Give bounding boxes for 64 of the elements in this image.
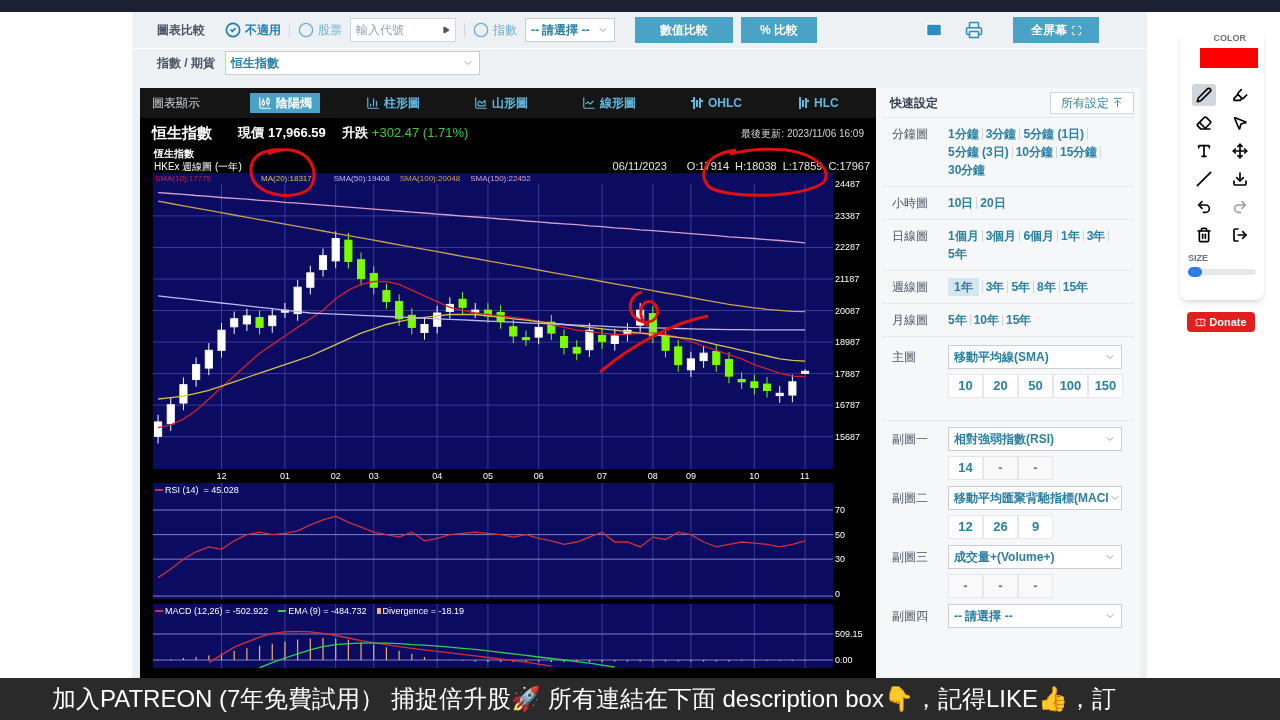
ma-legend: SMA(100):20048 bbox=[399, 173, 461, 184]
size-label: SIZE bbox=[1188, 251, 1208, 265]
y-axis-label: 22287 bbox=[835, 242, 861, 253]
group-label: 月線圖 bbox=[892, 312, 929, 329]
last-updated: 最後更新: 2023/11/06 16:09 bbox=[741, 126, 864, 141]
color-label: COLOR bbox=[1213, 32, 1246, 45]
y-axis-label: 21187 bbox=[835, 274, 860, 284]
rsi-axis-label: 0 bbox=[835, 589, 840, 599]
legend-label: Divergence = -18.19 bbox=[382, 606, 464, 616]
y-axis-label: 23387 bbox=[835, 210, 861, 221]
indicator-label: 副圖四 bbox=[892, 608, 929, 625]
ma-legend: MA(20):18317 bbox=[261, 173, 312, 184]
caption-text: 加入PATREON (7年免費試用） 捕捉倍升股🚀 所有連結在下面 description box👇，記得LIKE👍，訂 bbox=[52, 684, 1116, 714]
compare-label: 圖表比較 bbox=[157, 22, 205, 39]
index-name: 恒生指數 bbox=[152, 122, 212, 143]
indicator-label: 副圖一 bbox=[892, 431, 929, 448]
x-axis-label: 10 bbox=[749, 470, 760, 483]
index-label: 指數 / 期貨 bbox=[157, 54, 215, 72]
x-axis-label: 06 bbox=[533, 470, 544, 483]
ma-legend: SMA(150):22452 bbox=[470, 173, 531, 184]
y-axis-label: 24487 bbox=[835, 179, 861, 190]
rsi-axis-label: 30 bbox=[835, 554, 845, 565]
macd-axis-label: 0.00 bbox=[835, 655, 853, 665]
y-axis-label: 15687 bbox=[835, 431, 861, 442]
panel-title: 快速設定 bbox=[890, 94, 938, 112]
chart-display-label: 圖表顯示 bbox=[152, 95, 200, 112]
x-axis-label: 05 bbox=[482, 470, 493, 483]
group-label: 週線圖 bbox=[892, 279, 929, 296]
y-axis-label: 16787 bbox=[835, 400, 861, 411]
group-label: 小時圖 bbox=[892, 195, 929, 212]
x-axis-label: 02 bbox=[330, 470, 341, 483]
price-label: 現價 bbox=[238, 124, 264, 143]
ma-legend: SMA(50):19408 bbox=[333, 173, 390, 184]
change-label: 升跌 bbox=[341, 124, 368, 143]
chart-subtitle: HKEx 週線圖 (一年) bbox=[154, 160, 242, 173]
x-axis-label: 07 bbox=[597, 470, 608, 483]
legend-label: MACD (12,26) = -502.922 bbox=[165, 606, 269, 616]
legend-label: RSI (14) = 45.028 bbox=[165, 485, 239, 495]
indicator-label: 副圖三 bbox=[892, 549, 929, 566]
x-axis-label: 08 bbox=[647, 470, 658, 483]
ohlc-value: H:18038 bbox=[735, 160, 777, 173]
x-axis-label: 09 bbox=[685, 470, 696, 483]
x-axis-label: 03 bbox=[368, 470, 379, 483]
indicator-label: 主圖 bbox=[892, 349, 917, 366]
ohlc-value: C:17967 bbox=[828, 160, 870, 173]
group-label: 日線圖 bbox=[892, 228, 929, 245]
ohlc-value: 06/11/2023 bbox=[612, 160, 667, 173]
indicator-label: 副圖二 bbox=[892, 490, 929, 507]
change-value: +302.47 (1.71%) bbox=[371, 124, 469, 143]
price-value: 17,966.59 bbox=[268, 124, 326, 143]
ma-legend: SMA(10):17775 bbox=[155, 173, 212, 184]
x-axis-label: 12 bbox=[216, 470, 227, 483]
x-axis-label: 04 bbox=[432, 470, 443, 483]
y-axis-label: 17887 bbox=[835, 368, 861, 379]
x-axis-label: 11 bbox=[800, 470, 810, 483]
chart-title: 恆生指數 bbox=[154, 148, 195, 160]
y-axis-label: 18987 bbox=[835, 337, 861, 348]
legend-label: EMA (9) = -484.732 bbox=[288, 606, 367, 616]
macd-axis-label: 509.15 bbox=[835, 629, 863, 639]
group-label: 分鐘圖 bbox=[892, 126, 929, 143]
x-axis-label: 01 bbox=[279, 470, 290, 483]
rsi-axis-label: 50 bbox=[835, 529, 845, 540]
rsi-axis-label: 70 bbox=[835, 505, 845, 516]
y-axis-label: 20087 bbox=[835, 305, 861, 316]
